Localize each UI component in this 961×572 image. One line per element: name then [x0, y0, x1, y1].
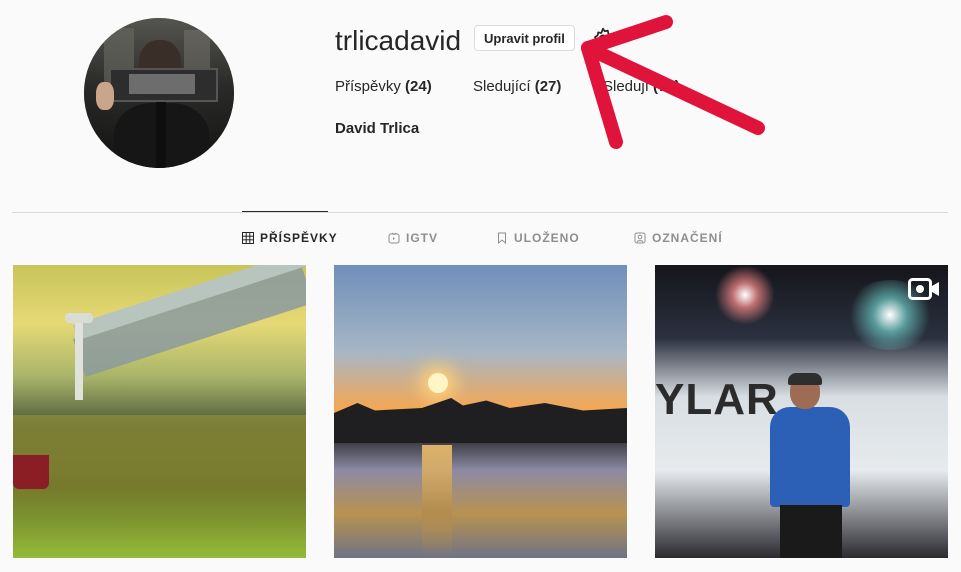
igtv-icon [388, 232, 400, 244]
boat [13, 455, 49, 489]
followers-count-link[interactable]: Sledující (27) [473, 78, 561, 95]
profile-full-name: David Trlica [335, 120, 420, 137]
tab-igtv-label: IGTV [406, 231, 439, 245]
post-thumbnail-sunset[interactable] [334, 265, 627, 558]
post-thumbnail-concert[interactable]: YLAR [655, 265, 948, 558]
profile-username: trlicadavid [335, 25, 462, 56]
sun [428, 373, 448, 393]
tab-saved-label: ULOŽENO [514, 231, 580, 245]
tab-saved[interactable]: ULOŽENO [496, 231, 580, 245]
tab-tagged-label: OZNAČENÍ [652, 231, 723, 245]
following-count-link[interactable]: Sledují (74) [603, 78, 680, 95]
river-water [13, 415, 306, 558]
video-camera-icon [908, 278, 939, 300]
followers-label: Sledující [473, 78, 531, 95]
following-label: Sledují [603, 78, 649, 95]
avatar-hand [96, 82, 114, 110]
followers-count: (27) [534, 78, 562, 95]
tab-posts[interactable]: PŘÍSPĚVKY [242, 231, 338, 245]
active-tab-indicator [242, 211, 328, 212]
grid-icon [242, 232, 254, 244]
posts-label: Příspěvky [335, 78, 401, 95]
post-thumbnail-bridge[interactable] [13, 265, 306, 558]
posts-count: (24) [405, 78, 432, 95]
tabs-divider [12, 212, 948, 213]
performer [770, 373, 850, 558]
tab-tagged[interactable]: OZNAČENÍ [634, 231, 723, 245]
edit-profile-button[interactable]: Upravit profil [474, 25, 575, 51]
tab-igtv[interactable]: IGTV [388, 231, 438, 245]
bookmark-icon [498, 232, 506, 244]
avatar-gimbal-pole [156, 98, 166, 168]
sun-reflection [422, 445, 452, 555]
city-skyline [334, 398, 627, 443]
stage-light [715, 265, 775, 325]
profile-avatar[interactable] [84, 18, 234, 168]
bridge-pylon [75, 320, 83, 400]
following-count: (74) [653, 78, 680, 95]
stage-screen-text: YLAR [655, 375, 779, 424]
settings-gear-icon[interactable] [590, 26, 616, 52]
tab-posts-label: PŘÍSPĚVKY [260, 231, 338, 245]
posts-count-link[interactable]: Příspěvky (24) [335, 78, 432, 95]
avatar-camera-rig [109, 68, 218, 102]
tagged-icon [634, 232, 646, 244]
bridge-ufo-tower [65, 313, 93, 323]
